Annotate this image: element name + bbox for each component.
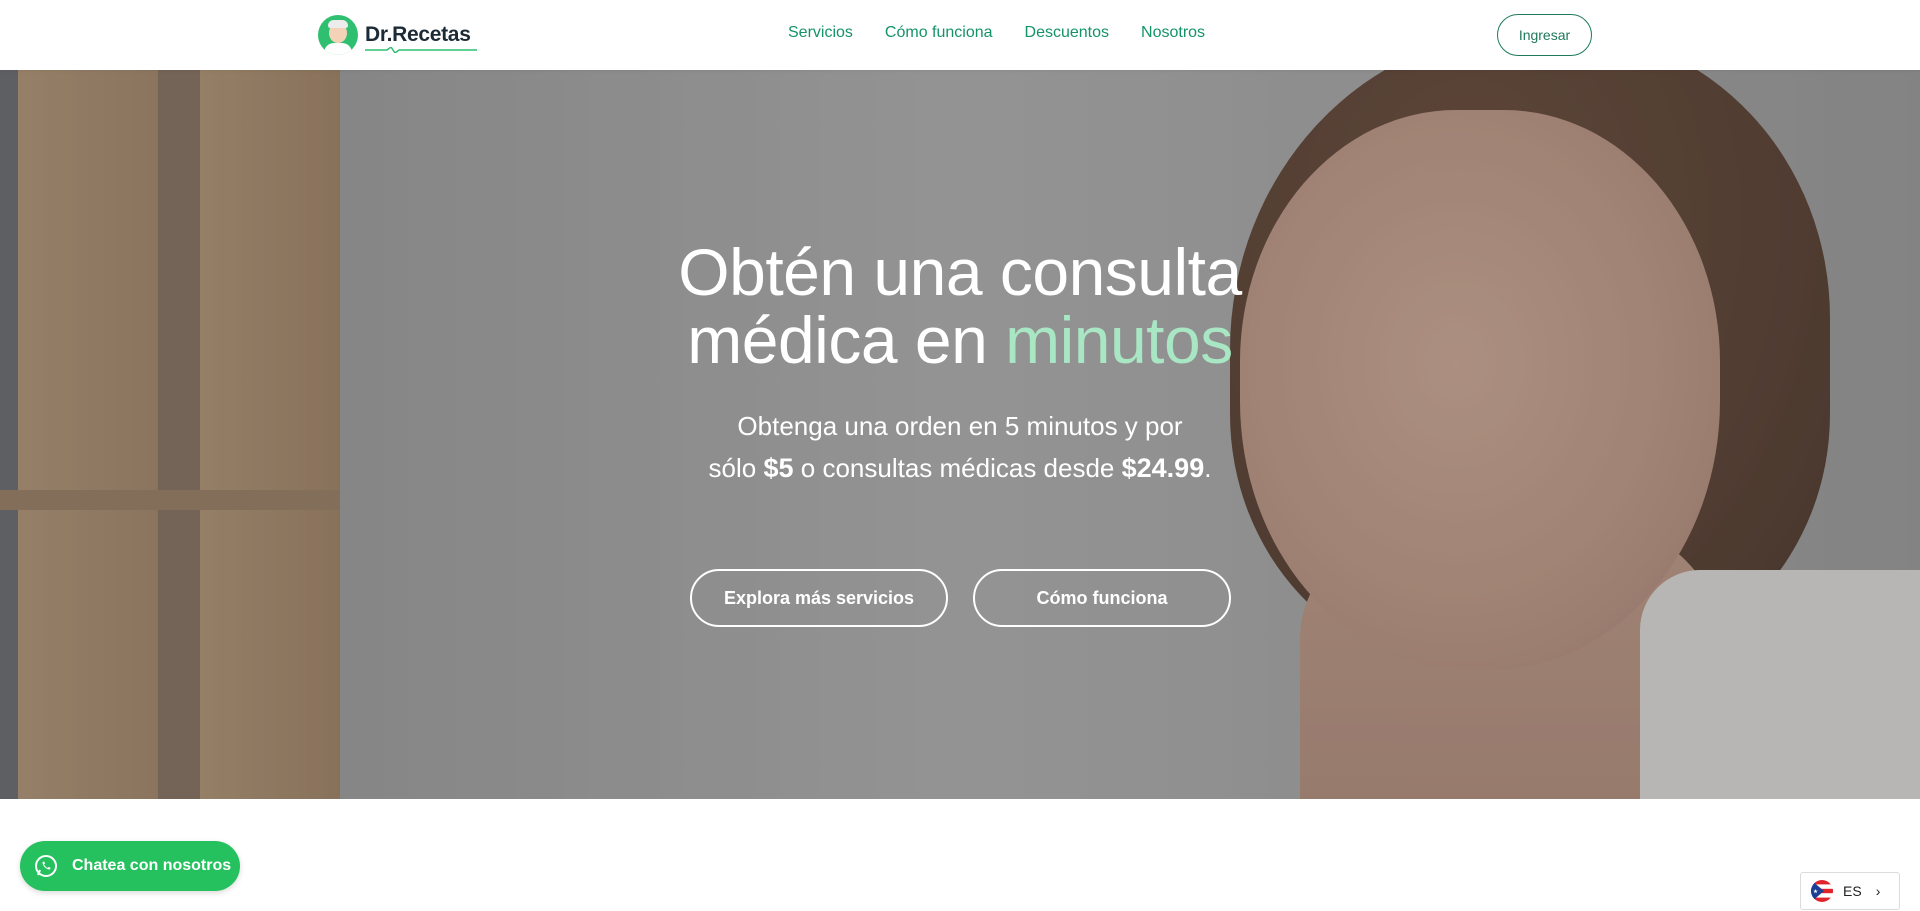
nav-item-descuentos[interactable]: Descuentos — [1025, 24, 1110, 42]
heartbeat-line-icon — [365, 47, 477, 53]
hero-title-line2: médica en — [687, 303, 988, 377]
hero-subtitle-line1: Obtenga una orden en 5 minutos y por — [737, 411, 1183, 441]
brand-logo[interactable]: Dr.Recetas — [318, 14, 477, 56]
price-order: $5 — [763, 453, 794, 483]
hero-title: Obtén una consulta médica en minutos — [0, 238, 1920, 374]
whatsapp-chat-button[interactable]: Chatea con nosotros — [20, 841, 240, 891]
puerto-rico-flag-icon — [1811, 880, 1833, 902]
chevron-right-icon: › — [1875, 883, 1881, 899]
brand-name: Dr.Recetas — [365, 23, 477, 53]
hero-subtitle: Obtenga una orden en 5 minutos y por sól… — [0, 405, 1920, 489]
doctor-avatar-icon — [318, 15, 358, 55]
chat-button-label: Chatea con nosotros — [72, 857, 232, 874]
explore-services-button[interactable]: Explora más servicios — [690, 569, 948, 627]
whatsapp-icon — [35, 855, 57, 877]
how-it-works-button[interactable]: Cómo funciona — [973, 569, 1231, 627]
hero-subtitle-text: o consultas médicas desde — [800, 453, 1115, 483]
hero-title-accent: minutos — [1005, 303, 1233, 377]
language-selector[interactable]: ES › — [1800, 872, 1900, 910]
main-nav: Servicios Cómo funciona Descuentos Nosot… — [788, 24, 1205, 42]
nav-item-servicios[interactable]: Servicios — [788, 24, 853, 42]
price-consult: $24.99 — [1121, 453, 1205, 483]
language-code: ES — [1843, 883, 1862, 899]
hero-title-line1: Obtén una consulta — [678, 235, 1242, 309]
nav-item-nosotros[interactable]: Nosotros — [1141, 24, 1205, 42]
hero-subtitle-text: sólo — [708, 453, 757, 483]
site-header: Dr.Recetas Servicios Cómo funciona Descu… — [0, 0, 1920, 70]
hero-section: Obtén una consulta médica en minutos Obt… — [0, 70, 1920, 799]
login-button[interactable]: Ingresar — [1497, 14, 1592, 56]
brand-name-text: Dr.Recetas — [365, 23, 471, 46]
hero-subtitle-period: . — [1204, 453, 1212, 483]
nav-item-como-funciona[interactable]: Cómo funciona — [885, 24, 993, 42]
